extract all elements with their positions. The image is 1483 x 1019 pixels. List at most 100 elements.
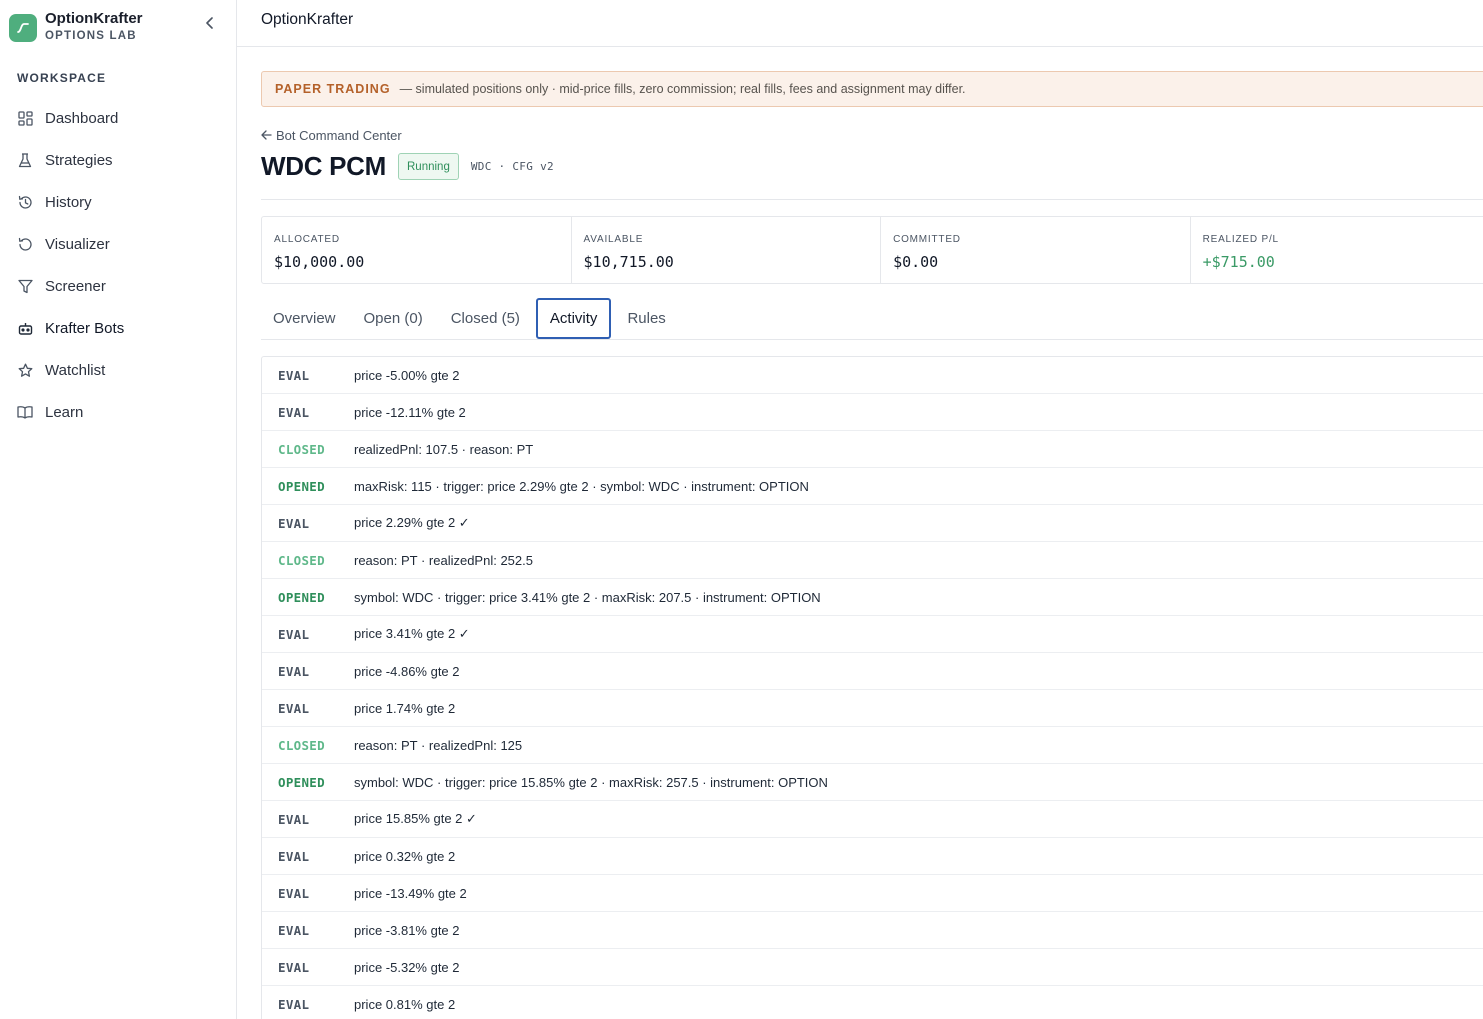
activity-kind: EVAL bbox=[278, 663, 310, 679]
activity-detail: price 2.29% gte 2 ✓ bbox=[354, 515, 470, 530]
book-icon bbox=[17, 404, 33, 420]
sidebar-item-label: Krafter Bots bbox=[45, 319, 125, 337]
activity-kind: OPENED bbox=[278, 774, 325, 790]
activity-kind: EVAL bbox=[278, 515, 310, 531]
tab-activity[interactable]: Activity bbox=[535, 298, 612, 339]
sidebar-item-label: Screener bbox=[45, 277, 106, 295]
stat-value: $10,000.00 bbox=[274, 253, 365, 271]
activity-row: CLOSED reason: PT · realizedPnl: 125 bbox=[262, 727, 1483, 764]
activity-row: OPENED symbol: WDC · trigger: price 3.41%… bbox=[262, 579, 1483, 616]
title-row: WDC PCM Running WDC · CFG v2 bbox=[261, 151, 554, 182]
sidebar-item-watchlist[interactable]: Watchlist bbox=[0, 349, 236, 391]
activity-row: EVAL price 0.32% gte 2 bbox=[262, 838, 1483, 875]
sidebar-item-krafter-bots[interactable]: Krafter Bots bbox=[0, 307, 236, 349]
collapse-sidebar-button[interactable] bbox=[201, 16, 219, 34]
sidebar-item-learn[interactable]: Learn bbox=[0, 391, 236, 433]
activity-detail: price -4.86% gte 2 bbox=[354, 663, 460, 679]
sidebar-item-label: Strategies bbox=[45, 151, 113, 169]
activity-kind: EVAL bbox=[278, 922, 310, 938]
brand-name: OptionKrafter bbox=[45, 10, 143, 27]
activity-detail: reason: PT · realizedPnl: 125 bbox=[354, 737, 523, 753]
sidebar-item-label: Dashboard bbox=[45, 109, 119, 127]
activity-kind: CLOSED bbox=[278, 441, 325, 457]
activity-detail: price -12.11% gte 2 bbox=[354, 404, 466, 420]
stat-label: REALIZED P/L bbox=[1202, 234, 1279, 245]
activity-kind: OPENED bbox=[278, 478, 325, 494]
topbar-title: OptionKrafter bbox=[261, 11, 354, 28]
activity-row: OPENED symbol: WDC · trigger: price 15.85… bbox=[262, 764, 1483, 801]
stat-value: $0.00 bbox=[893, 253, 939, 271]
stat-realized-pl: REALIZED P/L +$715.00 bbox=[1191, 217, 1483, 283]
stat-label: COMMITTED bbox=[893, 234, 961, 245]
activity-kind: CLOSED bbox=[278, 552, 325, 568]
activity-kind: EVAL bbox=[278, 811, 310, 827]
sidebar-item-label: Watchlist bbox=[45, 361, 106, 379]
banner-text: — simulated positions only · mid-price f… bbox=[399, 82, 966, 96]
stat-committed: COMMITTED $0.00 bbox=[881, 217, 1191, 283]
sidebar-item-history[interactable]: History bbox=[0, 181, 236, 223]
activity-kind: EVAL bbox=[278, 885, 310, 901]
activity-row: EVAL price 15.85% gte 2 ✓ bbox=[262, 801, 1483, 838]
divider bbox=[261, 199, 1483, 200]
activity-row: CLOSED reason: PT · realizedPnl: 252.5 bbox=[262, 542, 1483, 579]
tab-open[interactable]: Open (0) bbox=[352, 298, 435, 339]
sidebar-item-strategies[interactable]: Strategies bbox=[0, 139, 236, 181]
main-content: PAPER TRADING — simulated positions only… bbox=[261, 47, 1483, 1019]
activity-kind: EVAL bbox=[278, 626, 310, 642]
stat-value: $10,715.00 bbox=[583, 253, 674, 271]
activity-row: EVAL price -4.86% gte 2 bbox=[262, 653, 1483, 690]
activity-row: EVAL price 3.41% gte 2 ✓ bbox=[262, 616, 1483, 653]
brand-subtitle: OPTIONS LAB bbox=[45, 30, 137, 42]
back-link[interactable]: Bot Command Center bbox=[261, 128, 402, 143]
page-title: WDC PCM bbox=[261, 151, 386, 181]
bot-meta: WDC · CFG v2 bbox=[470, 160, 554, 173]
star-icon bbox=[17, 362, 33, 378]
activity-detail: price 0.32% gte 2 bbox=[354, 848, 456, 864]
tab-rules[interactable]: Rules bbox=[615, 298, 677, 339]
tab-closed[interactable]: Closed (5) bbox=[439, 298, 532, 339]
activity-detail: price -5.00% gte 2 bbox=[354, 367, 460, 383]
activity-detail: price 3.41% gte 2 ✓ bbox=[354, 626, 470, 641]
activity-row: EVAL price 0.81% gte 2 bbox=[262, 986, 1483, 1019]
activity-detail: price 15.85% gte 2 ✓ bbox=[354, 811, 477, 826]
sidebar-nav: Dashboard Strategies History Visualizer … bbox=[0, 97, 236, 433]
stat-available: AVAILABLE $10,715.00 bbox=[572, 217, 882, 283]
paper-trading-banner: PAPER TRADING — simulated positions only… bbox=[261, 71, 1483, 107]
banner-tag: PAPER TRADING bbox=[275, 82, 391, 96]
sidebar-item-screener[interactable]: Screener bbox=[0, 265, 236, 307]
activity-detail: price -13.49% gte 2 bbox=[354, 885, 467, 901]
tab-overview[interactable]: Overview bbox=[261, 298, 348, 339]
activity-detail: realizedPnl: 107.5 · reason: PT bbox=[354, 441, 534, 457]
activity-row: OPENED maxRisk: 115 · trigger: price 2.29… bbox=[262, 468, 1483, 505]
history-icon bbox=[17, 194, 33, 210]
activity-row: EVAL price -3.81% gte 2 bbox=[262, 912, 1483, 949]
section-label-workspace: WORKSPACE bbox=[17, 71, 107, 85]
activity-row: EVAL price -12.11% gte 2 bbox=[262, 394, 1483, 431]
stat-label: AVAILABLE bbox=[583, 234, 644, 245]
sidebar-item-label: Visualizer bbox=[45, 235, 110, 253]
activity-detail: price -5.32% gte 2 bbox=[354, 959, 460, 975]
activity-list: EVAL price -5.00% gte 2 EVAL price -12.11% … bbox=[261, 356, 1483, 1019]
activity-row: EVAL price 2.29% gte 2 ✓ bbox=[262, 505, 1483, 542]
activity-kind: EVAL bbox=[278, 367, 310, 383]
activity-kind: EVAL bbox=[278, 404, 310, 420]
activity-kind: EVAL bbox=[278, 700, 310, 716]
back-link-label: Bot Command Center bbox=[276, 128, 402, 143]
activity-detail: price -3.81% gte 2 bbox=[354, 922, 460, 938]
stat-label: ALLOCATED bbox=[274, 234, 340, 245]
grid-icon bbox=[17, 110, 33, 126]
tab-bar: Overview Open (0) Closed (5) Activity Ru… bbox=[261, 298, 1483, 340]
activity-detail: price 0.81% gte 2 bbox=[354, 996, 456, 1012]
activity-row: EVAL price 1.74% gte 2 bbox=[262, 690, 1483, 727]
top-bar: OptionKrafter bbox=[237, 0, 1483, 47]
sidebar-item-dashboard[interactable]: Dashboard bbox=[0, 97, 236, 139]
sidebar-item-visualizer[interactable]: Visualizer bbox=[0, 223, 236, 265]
brand[interactable]: OptionKrafter OPTIONS LAB bbox=[9, 10, 143, 45]
activity-row: EVAL price -13.49% gte 2 bbox=[262, 875, 1483, 912]
stats-panel: ALLOCATED $10,000.00 AVAILABLE $10,715.0… bbox=[261, 216, 1483, 284]
activity-kind: CLOSED bbox=[278, 737, 325, 753]
sidebar-item-label: History bbox=[45, 193, 92, 211]
stat-allocated: ALLOCATED $10,000.00 bbox=[262, 217, 572, 283]
stat-value: +$715.00 bbox=[1202, 253, 1275, 271]
activity-kind: EVAL bbox=[278, 996, 310, 1012]
